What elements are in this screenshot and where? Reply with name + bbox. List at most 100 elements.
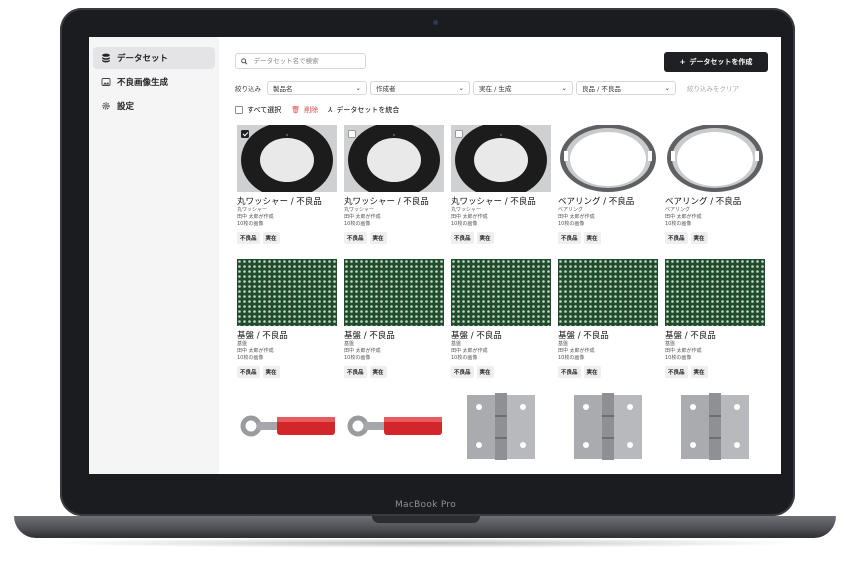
laptop-notch xyxy=(372,516,480,523)
gear-icon xyxy=(102,102,110,110)
dataset-thumbnail xyxy=(451,393,551,460)
dataset-thumbnail xyxy=(237,259,337,326)
dataset-title: 丸ワッシャー / 不良品 xyxy=(237,197,322,207)
trash-icon: 🗑 xyxy=(291,106,301,114)
dataset-card[interactable]: 基盤 / 不良品 基盤 田中 太郎が作成 10枚の画像 不良品 実在 xyxy=(237,259,337,390)
dataset-product: 基盤 xyxy=(237,341,248,347)
chevron-down-icon: ⌄ xyxy=(561,84,567,92)
dataset-card[interactable] xyxy=(237,393,337,463)
dataset-thumbnail xyxy=(558,259,658,326)
search-box xyxy=(235,53,366,69)
dataset-card[interactable]: 基盤 / 不良品 基盤 田中 太郎が作成 10枚の画像 不良品 実在 xyxy=(344,259,444,390)
dataset-card[interactable] xyxy=(665,393,765,463)
tag-badge: 実在 xyxy=(262,366,280,378)
dataset-card[interactable]: ベアリング / 不良品 ベアリング 田中 太郎が作成 10枚の画像不良品 実在 xyxy=(558,125,658,256)
card-checkbox[interactable] xyxy=(455,130,463,138)
create-dataset-button[interactable]: + データセットを作成 xyxy=(664,52,768,72)
dataset-card[interactable] xyxy=(558,393,658,463)
main-content: + データセットを作成 絞り込み 製品名 ⌄ 作成者 ⌄ 実在 / 生成 ⌄ 良品 /… xyxy=(219,37,781,474)
dataset-count: 10枚の画像 xyxy=(344,221,371,227)
dataset-title: 丸ワッシャー / 不良品 xyxy=(451,197,536,207)
sidebar: データセット 不良画像生成 設定 xyxy=(89,37,219,474)
tag-badge: 不良品 xyxy=(237,366,260,378)
bulk-actions: すべて選択 🗑 削除 ⅄ データセットを統合 xyxy=(235,104,399,116)
laptop-mockup: MacBook Pro データセット 不良画像生成 設定 データセット名で検索 … xyxy=(0,0,851,562)
quality-filter-select[interactable]: 良品 / 不良品 ⌄ xyxy=(576,81,676,95)
dataset-author: 田中 太郎が作成 xyxy=(665,348,702,354)
dataset-tags: 不良品 実在 xyxy=(558,232,658,244)
author-filter-select[interactable]: 作成者 ⌄ xyxy=(370,81,470,95)
dataset-card[interactable]: 丸ワッシャー / 不良品 丸ワッシャー 田中 太郎が作成 10枚の画像 不良品 実在 xyxy=(237,125,337,256)
dataset-author: 田中 太郎が作成 xyxy=(558,214,595,220)
select-value: 良品 / 不良品 xyxy=(582,85,621,93)
source-filter-select[interactable]: 実在 / 生成 ⌄ xyxy=(473,81,573,95)
dataset-thumbnail xyxy=(451,259,551,326)
select-all-toggle[interactable]: すべて選択 xyxy=(235,105,281,115)
dataset-thumbnail xyxy=(665,125,765,192)
tag-badge: 実在 xyxy=(262,232,280,244)
tag-badge: 実在 xyxy=(583,232,601,244)
dataset-author: 田中 太郎が作成 xyxy=(344,214,381,220)
dataset-product: 基盤 xyxy=(665,341,676,347)
dataset-card[interactable]: 基盤 / 不良品 基盤 田中 太郎が作成 10枚の画像 不良品 実在 xyxy=(558,259,658,390)
create-dataset-label: データセットを作成 xyxy=(689,58,753,66)
dataset-count: 10枚の画像 xyxy=(558,221,585,227)
sidebar-item-datasets[interactable]: データセット xyxy=(93,47,215,69)
dataset-title: 基盤 / 不良品 xyxy=(451,331,502,341)
dataset-card[interactable] xyxy=(451,393,551,463)
select-value: 実在 / 生成 xyxy=(479,85,512,93)
dataset-tags: 不良品 実在 xyxy=(237,232,337,244)
merge-datasets-button[interactable]: ⅄ データセットを統合 xyxy=(328,105,399,115)
dataset-count: 10枚の画像 xyxy=(237,221,264,227)
tag-badge: 実在 xyxy=(476,366,494,378)
delete-button[interactable]: 🗑 削除 xyxy=(291,105,318,115)
dataset-tags: 不良品 実在 xyxy=(558,366,658,378)
dataset-card[interactable]: 丸ワッシャー / 不良品 丸ワッシャー 田中 太郎が作成 10枚の画像 不良品 実在 xyxy=(344,125,444,256)
tag-badge: 実在 xyxy=(476,232,494,244)
tag-badge: 実在 xyxy=(583,366,601,378)
tag-badge: 実在 xyxy=(690,232,708,244)
dataset-author: 田中 太郎が作成 xyxy=(237,348,274,354)
dataset-author: 田中 太郎が作成 xyxy=(665,214,702,220)
tag-badge: 実在 xyxy=(369,366,387,378)
dataset-product: 基盤 xyxy=(344,341,355,347)
sidebar-item-defect-generation[interactable]: 不良画像生成 xyxy=(93,71,215,93)
dataset-card[interactable]: 基盤 / 不良品 基盤 田中 太郎が作成 10枚の画像不良品 実在 xyxy=(665,259,765,390)
dataset-title: ベアリング / 不良品 xyxy=(558,197,635,207)
dataset-card[interactable]: 丸ワッシャー / 不良品 丸ワッシャー 田中 太郎が作成 10枚の画像 不良品 実在 xyxy=(451,125,551,256)
dataset-product: 丸ワッシャー xyxy=(451,207,482,213)
dataset-count: 10枚の画像 xyxy=(237,355,264,361)
chevron-down-icon: ⌄ xyxy=(664,84,670,92)
dataset-thumbnail xyxy=(237,125,337,192)
dataset-title: 丸ワッシャー / 不良品 xyxy=(344,197,429,207)
card-checkbox[interactable] xyxy=(348,130,356,138)
dataset-tags: 不良品 実在 xyxy=(344,232,444,244)
tag-badge: 実在 xyxy=(369,232,387,244)
sidebar-item-settings[interactable]: 設定 xyxy=(93,95,215,117)
tag-badge: 不良品 xyxy=(344,366,367,378)
dataset-author: 田中 太郎が作成 xyxy=(451,214,488,220)
dataset-thumbnail xyxy=(344,259,444,326)
dataset-card[interactable]: ベアリング / 不良品 ベアリング 田中 太郎が作成 10枚の画像 不良品 実在 xyxy=(665,125,765,256)
image-icon xyxy=(101,78,111,86)
dataset-product: ベアリング xyxy=(558,207,584,213)
tag-badge: 不良品 xyxy=(558,366,581,378)
search-input[interactable] xyxy=(251,56,360,66)
select-all-checkbox[interactable] xyxy=(235,106,243,114)
tag-badge: 実在 xyxy=(690,366,708,378)
dataset-card[interactable] xyxy=(344,393,444,463)
dataset-thumbnail xyxy=(665,259,765,326)
dataset-grid: 丸ワッシャー / 不良品 丸ワッシャー 田中 太郎が作成 10枚の画像 不良品 実在 丸ワッ… xyxy=(237,125,777,463)
dataset-count: 10枚の画像 xyxy=(344,355,371,361)
dataset-count: 10枚の画像 xyxy=(665,355,692,361)
dataset-thumbnail xyxy=(344,393,444,460)
clear-filters-link[interactable]: 絞り込みをクリア xyxy=(687,83,739,93)
tag-badge: 不良品 xyxy=(665,366,688,378)
card-checkbox[interactable] xyxy=(241,130,249,138)
dataset-thumbnail xyxy=(558,125,658,192)
tag-badge: 不良品 xyxy=(558,232,581,244)
dataset-title: ベアリング / 不良品 xyxy=(665,197,742,207)
dataset-card[interactable]: 基盤 / 不良品 基盤 田中 太郎が作成 10枚の画像 不良品 実在 xyxy=(451,259,551,390)
dataset-title: 基盤 / 不良品 xyxy=(665,331,716,341)
product-filter-select[interactable]: 製品名 ⌄ xyxy=(267,81,367,95)
